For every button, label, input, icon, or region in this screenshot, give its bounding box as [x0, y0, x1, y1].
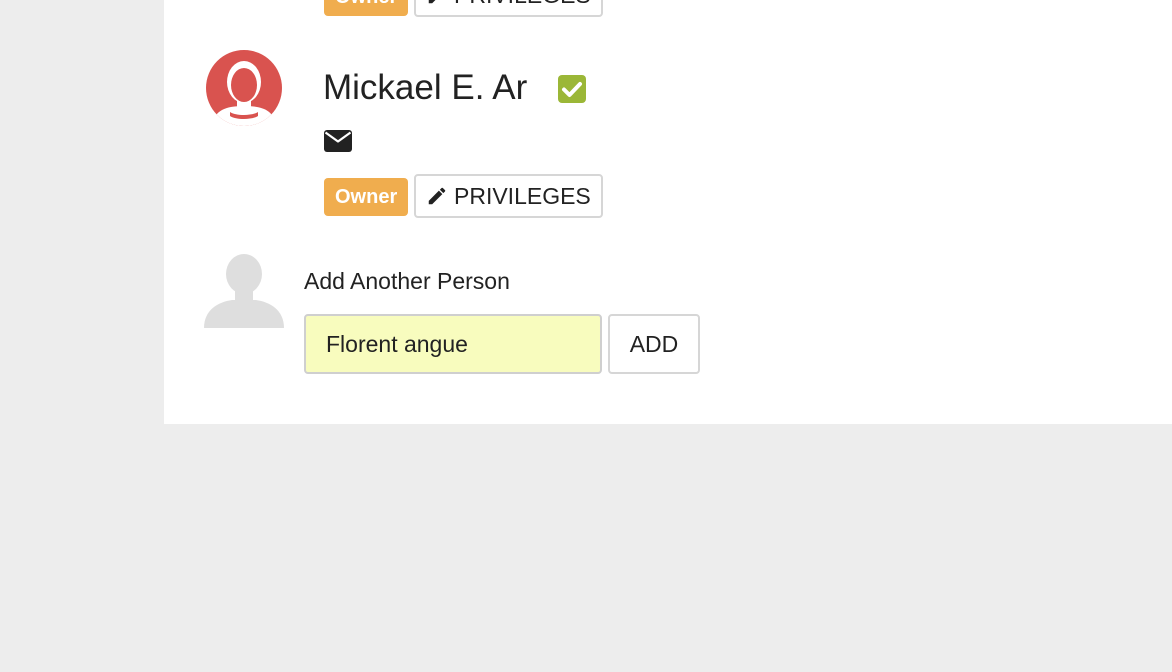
owner-badge: Owner [324, 0, 409, 16]
owner-badge: Owner [324, 178, 409, 216]
user-avatar-icon [206, 50, 282, 126]
person-name-input[interactable] [304, 314, 602, 374]
person-silhouette-icon [204, 254, 284, 328]
add-person-label: Add Another Person [304, 268, 510, 294]
privileges-button[interactable]: PRIVILEGES [414, 0, 603, 17]
pencil-icon [428, 0, 436, 4]
add-button[interactable]: ADD [608, 314, 700, 374]
member-name: Mickael E. Ar [323, 68, 528, 107]
pencil-icon [428, 187, 446, 205]
privileges-button[interactable]: PRIVILEGES [414, 174, 603, 218]
check-square-icon [558, 75, 586, 103]
privileges-label: PRIVILEGES [454, 182, 591, 209]
privileges-label: PRIVILEGES [454, 0, 591, 9]
envelope-icon[interactable] [324, 130, 352, 152]
